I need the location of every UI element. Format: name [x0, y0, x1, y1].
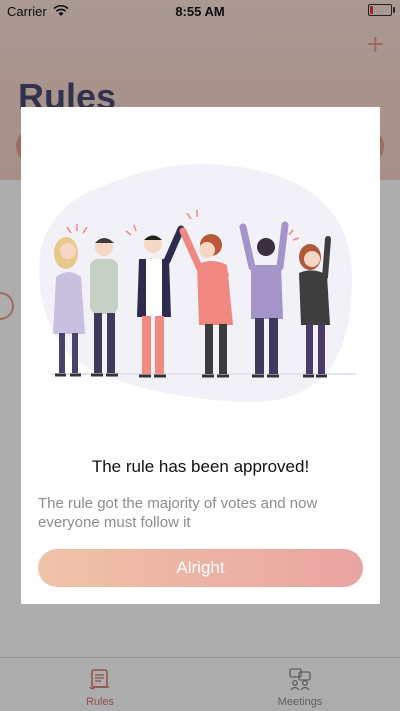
alright-button[interactable]: Alright — [38, 549, 363, 587]
people-celebrating-illustration — [39, 164, 356, 403]
dialog-title: The rule has been approved! — [91, 457, 310, 476]
dialog-message: The rule got the majority of votes and n… — [38, 495, 318, 531]
approval-dialog: The rule has been approved! The rule got… — [21, 107, 380, 604]
